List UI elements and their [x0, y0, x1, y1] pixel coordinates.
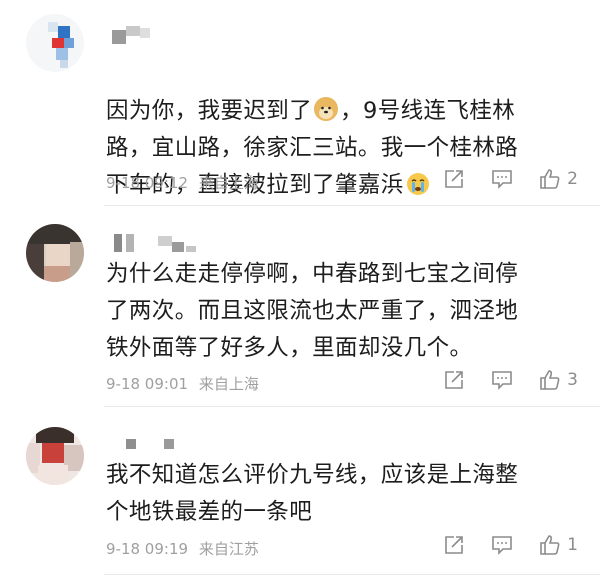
- comment-actions: 3: [417, 369, 578, 391]
- forward-icon: [445, 170, 463, 188]
- comment-icon: [492, 536, 512, 555]
- comment-date: 9-18 09:01: [106, 375, 189, 393]
- thumbs-up-icon: [540, 370, 560, 390]
- doge-emoji-icon: [314, 97, 339, 121]
- comment-meta: 9-18 09:01 来自上海: [106, 373, 265, 394]
- username-redacted[interactable]: [106, 22, 166, 44]
- comment-text: 我不知道怎么评价九号线，应该是上海整 个地铁最差的一条吧: [106, 462, 519, 525]
- thumbs-up-icon: [540, 169, 560, 189]
- comment-actions: 1: [417, 534, 578, 556]
- avatar[interactable]: [26, 14, 84, 72]
- forward-button[interactable]: [443, 535, 465, 555]
- comment-date: 9-18 09:12: [106, 174, 189, 192]
- comment-actions: 2: [417, 168, 578, 190]
- forward-icon: [445, 536, 463, 554]
- avatar[interactable]: [26, 427, 84, 485]
- divider: [104, 574, 600, 575]
- like-count: 3: [567, 370, 578, 390]
- avatar[interactable]: [26, 224, 84, 282]
- reply-button[interactable]: [491, 535, 513, 555]
- like-button[interactable]: 2: [539, 168, 578, 190]
- like-button[interactable]: 3: [539, 369, 578, 391]
- comment-item-3: 我不知道怎么评价九号线，应该是上海整 个地铁最差的一条吧 9-18 09:19 …: [0, 407, 600, 578]
- username-redacted[interactable]: [106, 435, 186, 457]
- comment-icon: [492, 371, 512, 390]
- like-count: 1: [567, 535, 578, 555]
- thumbs-up-icon: [540, 535, 560, 555]
- comment-icon: [492, 170, 512, 189]
- comment-item-1: 因为你，我要迟到了 ，9号线连飞桂林 路，宜山路，徐家汇三站。我一个桂林路 下车的，直…: [0, 0, 600, 205]
- comment-meta: 9-18 09:12 来自上海: [106, 172, 265, 193]
- username-redacted[interactable]: [106, 232, 206, 254]
- comment-date: 9-18 09:19: [106, 540, 189, 558]
- reply-button[interactable]: [491, 169, 513, 189]
- like-count: 2: [567, 169, 578, 189]
- like-button[interactable]: 1: [539, 534, 578, 556]
- forward-button[interactable]: [443, 169, 465, 189]
- comment-location: 来自上海: [198, 174, 259, 192]
- comment-location: 来自上海: [198, 375, 259, 393]
- forward-button[interactable]: [443, 370, 465, 390]
- comment-location: 来自江苏: [198, 540, 259, 558]
- comment-item-2: 为什么走走停停啊，中春路到七宝之间停 了两次。而且这限流也太严重了，泗泾地 铁外…: [0, 206, 600, 406]
- comment-text: 为什么走走停停啊，中春路到七宝之间停 了两次。而且这限流也太严重了，泗泾地 铁外…: [106, 261, 519, 361]
- reply-button[interactable]: [491, 370, 513, 390]
- forward-icon: [445, 371, 463, 389]
- comment-meta: 9-18 09:19 来自江苏: [106, 538, 265, 559]
